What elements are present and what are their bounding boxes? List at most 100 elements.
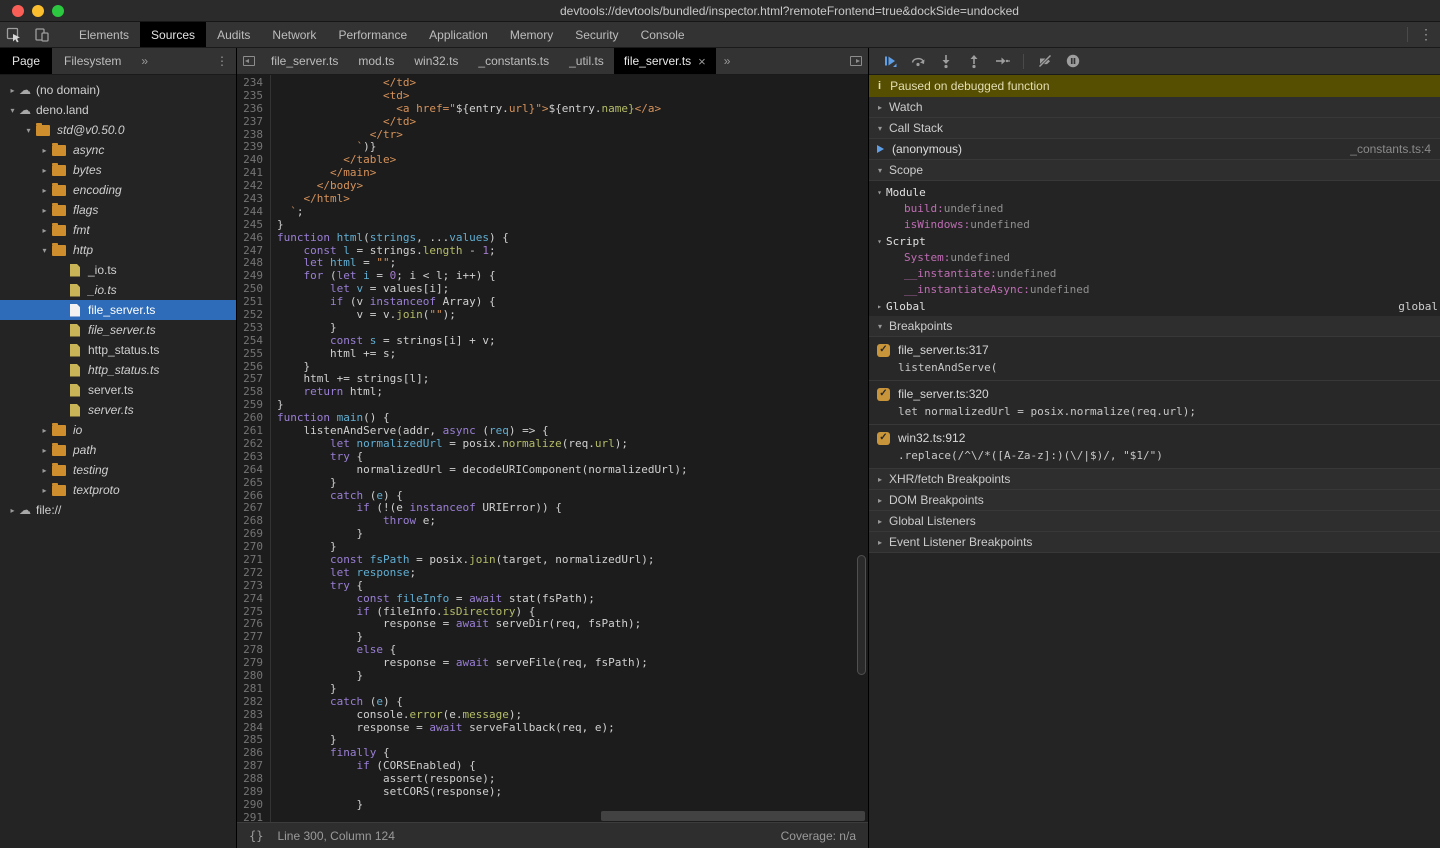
section-xhr-fetch-breakpoints[interactable]: ▸XHR/fetch Breakpoints [869, 469, 1440, 490]
tree-item-path[interactable]: ▸path [0, 440, 236, 460]
editor-tab-file_server.ts[interactable]: file_server.ts [261, 48, 348, 74]
step-icon[interactable] [989, 48, 1015, 74]
device-toolbar-icon[interactable] [28, 22, 56, 47]
section-event-listener-breakpoints[interactable]: ▸Event Listener Breakpoints [869, 532, 1440, 553]
line-number[interactable]: 265 [237, 477, 270, 490]
tab-security[interactable]: Security [564, 22, 629, 47]
tree-item-testing[interactable]: ▸testing [0, 460, 236, 480]
breakpoint-location[interactable]: file_server.ts:317 [898, 343, 989, 357]
line-number[interactable]: 280 [237, 670, 270, 683]
code-editor[interactable]: 234 </td>235 <td>236 <a href="${entry.ur… [237, 75, 868, 822]
code-line-text[interactable]: <td> [270, 90, 409, 103]
more-menu-icon[interactable]: ⋮ [1412, 22, 1440, 47]
code-line-text[interactable]: <a href="${entry.url}">${entry.name}</a> [270, 103, 661, 116]
inspect-icon[interactable] [0, 22, 28, 47]
line-number[interactable]: 253 [237, 322, 270, 335]
code-line-text[interactable]: } [270, 683, 337, 696]
editor-tab-_util.ts[interactable]: _util.ts [559, 48, 614, 74]
code-line-text[interactable]: } [270, 799, 363, 812]
code-line-text[interactable]: } [270, 322, 337, 335]
section-breakpoints[interactable]: ▾ Breakpoints [869, 316, 1440, 337]
breakpoint-location[interactable]: file_server.ts:320 [898, 387, 989, 401]
line-number[interactable]: 255 [237, 348, 270, 361]
line-number[interactable]: 282 [237, 696, 270, 709]
editor-tab-win32.ts[interactable]: win32.ts [404, 48, 468, 74]
sidebar-tab-filesystem[interactable]: Filesystem [52, 48, 133, 74]
breakpoint-code[interactable]: let normalizedUrl = posix.normalize(req.… [877, 405, 1432, 418]
maximize-window-button[interactable] [52, 5, 64, 17]
breakpoint-checkbox[interactable]: ✓ [877, 388, 890, 401]
deactivate-breakpoints-icon[interactable] [1032, 48, 1058, 74]
line-number[interactable]: 234 [237, 77, 270, 90]
editor-tab-mod.ts[interactable]: mod.ts [348, 48, 404, 74]
pause-on-exceptions-icon[interactable] [1060, 48, 1086, 74]
line-number[interactable]: 235 [237, 90, 270, 103]
line-number[interactable]: 263 [237, 451, 270, 464]
line-number[interactable]: 291 [237, 812, 270, 822]
breakpoint-location[interactable]: win32.ts:912 [898, 431, 965, 445]
tab-performance[interactable]: Performance [327, 22, 418, 47]
editor-overflow-chevron[interactable]: » [716, 48, 739, 74]
tree-item-file_server.ts[interactable]: file_server.ts [0, 320, 236, 340]
section-scope[interactable]: ▾ Scope [869, 160, 1440, 181]
tab-audits[interactable]: Audits [206, 22, 261, 47]
code-line-text[interactable]: const fsPath = posix.join(target, normal… [270, 554, 655, 567]
pretty-print-button[interactable]: {} [249, 829, 263, 843]
tree-item-file[interactable]: ▸☁file:// [0, 500, 236, 520]
section-watch[interactable]: ▸ Watch [869, 97, 1440, 118]
frame-location[interactable]: _constants.ts:4 [1350, 142, 1431, 156]
line-number[interactable]: 261 [237, 425, 270, 438]
line-number[interactable]: 274 [237, 593, 270, 606]
tab-memory[interactable]: Memory [499, 22, 564, 47]
editor-tab-file_server.ts[interactable]: file_server.ts× [614, 48, 716, 74]
line-number[interactable]: 283 [237, 709, 270, 722]
code-line-text[interactable]: try { [270, 451, 363, 464]
tree-item-file_server.ts[interactable]: file_server.ts [0, 300, 236, 320]
step-over-icon[interactable] [905, 48, 931, 74]
code-line-text[interactable] [270, 812, 277, 822]
close-tab-icon[interactable]: × [698, 55, 706, 68]
tree-item-server.ts[interactable]: server.ts [0, 380, 236, 400]
code-line-text[interactable]: `; [270, 206, 304, 219]
line-number[interactable]: 245 [237, 219, 270, 232]
code-line-text[interactable]: v = v.join(""); [270, 309, 456, 322]
tree-item-flags[interactable]: ▸flags [0, 200, 236, 220]
line-number[interactable]: 237 [237, 116, 270, 129]
tree-item-server.ts[interactable]: server.ts [0, 400, 236, 420]
line-number[interactable]: 281 [237, 683, 270, 696]
line-number[interactable]: 272 [237, 567, 270, 580]
tree-item-_io.ts[interactable]: _io.ts [0, 260, 236, 280]
show-debugger-icon[interactable] [844, 48, 868, 74]
tree-item-_io.ts[interactable]: _io.ts [0, 280, 236, 300]
scope-group-module[interactable]: ▾Module [869, 184, 1440, 200]
sidebar-tab-page[interactable]: Page [0, 48, 52, 74]
editor-tab-_constants.ts[interactable]: _constants.ts [468, 48, 559, 74]
tree-item-textproto[interactable]: ▸textproto [0, 480, 236, 500]
minimize-window-button[interactable] [32, 5, 44, 17]
line-number[interactable]: 252 [237, 309, 270, 322]
line-number[interactable]: 271 [237, 554, 270, 567]
tree-item-async[interactable]: ▸async [0, 140, 236, 160]
line-number[interactable]: 289 [237, 786, 270, 799]
line-number[interactable]: 264 [237, 464, 270, 477]
code-line-text[interactable]: setCORS(response); [270, 786, 502, 799]
section-dom-breakpoints[interactable]: ▸DOM Breakpoints [869, 490, 1440, 511]
line-number[interactable]: 236 [237, 103, 270, 116]
breakpoint-checkbox[interactable]: ✓ [877, 432, 890, 445]
scope-group-script[interactable]: ▾Script [869, 233, 1440, 249]
code-line-text[interactable]: html += s; [270, 348, 396, 361]
tree-item-bytes[interactable]: ▸bytes [0, 160, 236, 180]
tab-sources[interactable]: Sources [140, 22, 206, 47]
line-number[interactable]: 262 [237, 438, 270, 451]
tab-console[interactable]: Console [630, 22, 696, 47]
horizontal-scrollbar[interactable] [601, 811, 865, 821]
close-window-button[interactable] [12, 5, 24, 17]
tree-item-io[interactable]: ▸io [0, 420, 236, 440]
breakpoint-code[interactable]: .replace(/^\/*([A-Za-z]:)(\/|$)/, "$1/") [877, 449, 1432, 462]
code-line-text[interactable]: try { [270, 580, 363, 593]
line-number[interactable]: 273 [237, 580, 270, 593]
line-number[interactable]: 244 [237, 206, 270, 219]
tab-elements[interactable]: Elements [68, 22, 140, 47]
breakpoint-code[interactable]: listenAndServe( [877, 361, 1432, 374]
tree-item-std@v0.50.0[interactable]: ▾std@v0.50.0 [0, 120, 236, 140]
